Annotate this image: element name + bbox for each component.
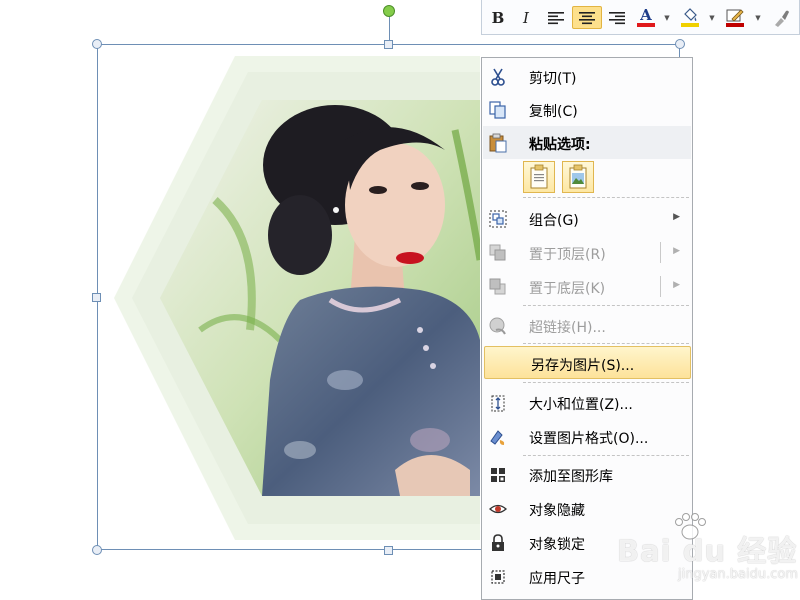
- menu-item-label: 组合(G): [529, 213, 579, 229]
- shape-outline-icon: [726, 9, 744, 22]
- resize-handle-top-left[interactable]: [92, 39, 102, 49]
- menu-item-label: 添加至图形库: [529, 469, 613, 485]
- menu-item-save-as-picture[interactable]: 另存为图片(S)...: [484, 346, 691, 379]
- menu-item-cut[interactable]: 剪切(T): [483, 60, 691, 93]
- submenu-arrow-icon: ▶: [673, 280, 680, 290]
- align-right-icon: [609, 11, 625, 24]
- resize-handle-top[interactable]: [384, 40, 393, 49]
- menu-separator: [523, 197, 689, 198]
- menu-item-copy[interactable]: 复制(C): [483, 93, 691, 126]
- align-right-button[interactable]: [604, 6, 630, 29]
- lock-icon: [492, 534, 504, 551]
- resize-handle-left[interactable]: [92, 293, 101, 302]
- format-painter-button[interactable]: [769, 6, 793, 29]
- menu-separator: [523, 455, 689, 456]
- shape-fill-dropdown[interactable]: ▼: [708, 6, 716, 29]
- resize-handle-bottom[interactable]: [384, 546, 393, 555]
- paste-as-picture-button[interactable]: [562, 161, 594, 193]
- menu-item-label: 置于底层(K): [529, 281, 606, 297]
- copy-icon: [489, 101, 506, 119]
- resize-handle-top-right[interactable]: [675, 39, 685, 49]
- menu-item-label: 对象隐藏: [529, 503, 585, 519]
- split-divider: [660, 276, 661, 297]
- menu-item-bring-to-front[interactable]: 置于顶层(R) ▶: [483, 236, 691, 269]
- font-color-icon: A: [640, 6, 652, 24]
- menu-item-label: 大小和位置(Z)...: [529, 397, 633, 413]
- font-color-swatch: [637, 23, 655, 27]
- shape-fill-icon: [684, 8, 697, 21]
- align-center-icon: [579, 11, 595, 24]
- menu-item-group[interactable]: 组合(G) ▶: [483, 202, 691, 235]
- paste-document-icon: [530, 164, 548, 189]
- clipboard-icon: [489, 133, 507, 153]
- submenu-arrow-icon: ▶: [673, 246, 680, 256]
- menu-item-send-to-back[interactable]: 置于底层(K) ▶: [483, 270, 691, 303]
- menu-separator: [523, 382, 689, 383]
- size-position-icon: [491, 395, 505, 412]
- italic-button[interactable]: I: [516, 6, 536, 29]
- eye-icon: [489, 504, 507, 514]
- menu-item-label: 设置图片格式(O)...: [529, 431, 649, 447]
- scissors-icon: [491, 68, 505, 86]
- menu-item-label: 另存为图片(S)...: [531, 358, 635, 374]
- resize-handle-bottom-left[interactable]: [92, 545, 102, 555]
- menu-item-apply-ruler[interactable]: 应用尺子: [483, 560, 691, 593]
- menu-item-hide-object[interactable]: 对象隐藏: [483, 492, 691, 525]
- shape-outline-dropdown[interactable]: ▼: [754, 6, 762, 29]
- menu-item-label: 复制(C): [529, 104, 578, 120]
- align-left-icon: [548, 11, 564, 24]
- outline-color-swatch: [726, 23, 744, 27]
- split-divider: [660, 242, 661, 263]
- font-color-dropdown[interactable]: ▼: [663, 6, 671, 29]
- menu-item-label: 粘贴选项:: [529, 137, 591, 153]
- menu-item-label: 对象锁定: [529, 537, 585, 553]
- menu-item-size-position[interactable]: 大小和位置(Z)...: [483, 386, 691, 419]
- format-painter-icon: [775, 10, 789, 27]
- bring-to-front-icon: [489, 244, 506, 261]
- menu-item-add-to-gallery[interactable]: 添加至图形库: [483, 458, 691, 491]
- submenu-arrow-icon: ▶: [673, 212, 680, 222]
- rotation-handle[interactable]: [383, 5, 395, 17]
- align-center-button[interactable]: [572, 6, 602, 29]
- menu-item-lock-object[interactable]: 对象锁定: [483, 526, 691, 559]
- menu-separator: [523, 305, 689, 306]
- fill-color-swatch: [681, 23, 699, 27]
- context-menu: 剪切(T) 复制(C) 粘贴选项: 组合(G) ▶ 置于顶层(R) ▶ 置于底层…: [481, 57, 693, 600]
- format-picture-icon: [490, 430, 505, 445]
- send-to-back-icon: [489, 278, 506, 295]
- italic-icon: I: [523, 8, 529, 27]
- font-color-button[interactable]: A: [634, 6, 658, 29]
- shape-fill-button[interactable]: [678, 6, 702, 29]
- gallery-icon: [491, 468, 505, 482]
- menu-item-format-picture[interactable]: 设置图片格式(O)...: [483, 420, 691, 453]
- paste-picture-icon: [569, 164, 587, 189]
- paste-options-header: 粘贴选项:: [483, 126, 691, 159]
- menu-item-label: 应用尺子: [529, 571, 585, 587]
- mini-toolbar: B I A ▼ ▼ ▼: [481, 0, 800, 35]
- align-left-button[interactable]: [543, 6, 569, 29]
- bold-button[interactable]: B: [488, 6, 508, 29]
- hyperlink-icon: [489, 317, 506, 335]
- menu-separator: [523, 343, 689, 344]
- paste-keep-source-button[interactable]: [523, 161, 555, 193]
- menu-item-label: 置于顶层(R): [529, 247, 606, 263]
- shape-outline-button[interactable]: [723, 6, 747, 29]
- menu-item-hyperlink[interactable]: 超链接(H)...: [483, 309, 691, 342]
- bold-icon: B: [491, 8, 505, 27]
- menu-item-label: 剪切(T): [529, 71, 577, 87]
- group-objects-icon: [489, 210, 507, 228]
- ruler-icon: [491, 570, 505, 584]
- menu-item-label: 超链接(H)...: [529, 320, 606, 336]
